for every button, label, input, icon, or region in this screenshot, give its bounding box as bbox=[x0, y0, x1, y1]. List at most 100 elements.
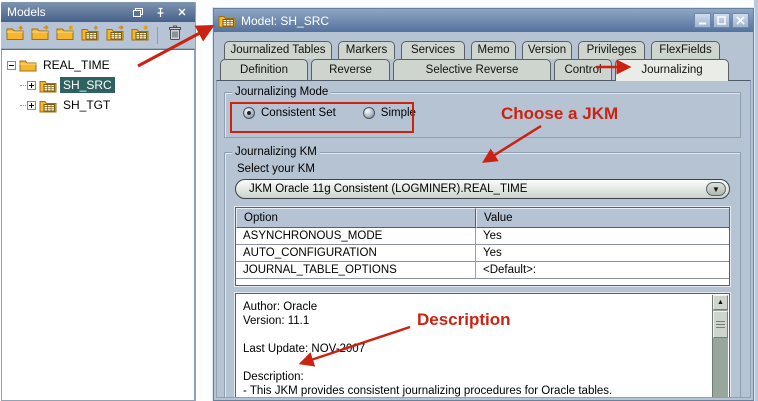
folder-arrow-icon bbox=[31, 25, 50, 46]
maximize-icon[interactable] bbox=[713, 13, 730, 28]
option-cell: ASYNCHRONOUS_MODE bbox=[236, 228, 476, 245]
tab-services[interactable]: Services bbox=[401, 41, 465, 59]
model-icon bbox=[39, 78, 57, 93]
option-cell: JOURNAL_TABLE_OPTIONS bbox=[236, 262, 476, 279]
pin-icon[interactable] bbox=[153, 6, 167, 18]
collapse-expander-icon[interactable] bbox=[7, 61, 16, 70]
models-toolbar bbox=[1, 22, 195, 49]
tab-privileges[interactable]: Privileges bbox=[578, 41, 645, 59]
models-tree: REAL_TIME SH_SRC SH_TG bbox=[1, 49, 195, 401]
close-icon[interactable] bbox=[732, 13, 749, 28]
value-cell[interactable]: Yes bbox=[476, 228, 729, 245]
journalizing-km-group: Journalizing KM Select your KM JKM Oracl… bbox=[224, 152, 741, 398]
radio-simple[interactable]: Simple bbox=[363, 107, 416, 119]
description-scrollbar[interactable]: ▲ bbox=[712, 295, 728, 398]
scrollbar-thumb[interactable] bbox=[713, 311, 728, 338]
tab-version[interactable]: Version bbox=[522, 41, 572, 59]
tab-journalizing[interactable]: Journalizing bbox=[615, 59, 729, 81]
expand-expander-icon[interactable] bbox=[27, 81, 36, 90]
new-folder-button[interactable] bbox=[55, 26, 76, 45]
new-model-button[interactable] bbox=[130, 26, 151, 45]
duplicate-model-button[interactable] bbox=[105, 26, 126, 45]
tree-connector bbox=[20, 105, 26, 106]
folder-star-icon bbox=[56, 25, 75, 46]
insert-model-button[interactable] bbox=[80, 26, 101, 45]
minimize-icon[interactable] bbox=[694, 13, 711, 28]
tab-selective-reverse[interactable]: Selective Reverse bbox=[393, 59, 551, 80]
km-dropdown-value: JKM Oracle 11g Consistent (LOGMINER).REA… bbox=[249, 183, 527, 195]
tab-row-2: Definition Reverse Selective Reverse Con… bbox=[220, 59, 753, 80]
tree-item-sh-src[interactable]: SH_SRC bbox=[2, 75, 194, 95]
column-header-option[interactable]: Option bbox=[236, 208, 476, 228]
description-line: Last Update: NOV-2007 bbox=[243, 342, 705, 356]
window-controls bbox=[694, 13, 749, 28]
model-icon bbox=[39, 98, 57, 113]
model-dialog: Model: SH_SRC Journalized Tables Markers… bbox=[213, 8, 754, 401]
description-line bbox=[243, 356, 705, 370]
tree-connector bbox=[20, 85, 26, 86]
model-icon bbox=[218, 13, 236, 28]
description-line: - This JKM provides consistent journaliz… bbox=[243, 384, 705, 398]
radio-selected-icon[interactable] bbox=[243, 107, 255, 119]
tree-item-sh-tgt[interactable]: SH_TGT bbox=[2, 95, 194, 115]
journalizing-tab-content: Journalizing Mode Consistent Set Simple … bbox=[216, 80, 751, 398]
model-star-icon bbox=[131, 25, 150, 46]
journalizing-mode-group: Journalizing Mode Consistent Set Simple bbox=[224, 92, 741, 138]
delete-button[interactable] bbox=[164, 26, 185, 45]
model-arrow-icon bbox=[106, 25, 125, 46]
toolbar-separator bbox=[157, 27, 158, 44]
duplicate-folder-button[interactable] bbox=[30, 26, 51, 45]
chevron-down-icon[interactable]: ▼ bbox=[706, 182, 726, 196]
radio-consistent-set[interactable]: Consistent Set bbox=[243, 107, 336, 119]
folder-icon bbox=[19, 58, 37, 72]
restore-icon[interactable] bbox=[131, 6, 145, 18]
select-km-label: Select your KM bbox=[237, 163, 730, 175]
thumb-grip bbox=[716, 321, 725, 329]
close-icon[interactable] bbox=[175, 6, 189, 18]
dialog-titlebar: Model: SH_SRC bbox=[214, 9, 753, 32]
description-line bbox=[243, 328, 705, 342]
value-cell[interactable]: Yes bbox=[476, 245, 729, 262]
background-strip bbox=[754, 0, 758, 401]
tree-item-label[interactable]: REAL_TIME bbox=[40, 57, 113, 73]
trash-icon bbox=[168, 25, 182, 46]
models-panel-controls bbox=[131, 6, 189, 18]
models-panel-titlebar: Models bbox=[1, 2, 195, 22]
tab-row-1: Journalized Tables Markers Services Memo… bbox=[224, 41, 753, 59]
radio-label: Simple bbox=[381, 107, 416, 119]
table-header-row: Option Value bbox=[236, 208, 729, 228]
table-filler bbox=[236, 279, 729, 285]
expand-expander-icon[interactable] bbox=[27, 101, 36, 110]
scroll-up-icon[interactable]: ▲ bbox=[713, 295, 728, 310]
description-line: Description: bbox=[243, 370, 705, 384]
radio-unselected-icon[interactable] bbox=[363, 107, 375, 119]
column-header-value[interactable]: Value bbox=[476, 208, 729, 228]
tab-memo[interactable]: Memo bbox=[471, 41, 516, 59]
description-line: Version: 11.1 bbox=[243, 314, 705, 328]
tree-item-real-time[interactable]: REAL_TIME bbox=[2, 55, 194, 75]
tab-markers[interactable]: Markers bbox=[338, 41, 395, 59]
value-cell[interactable]: <Default>: bbox=[476, 262, 729, 279]
dialog-tabs: Journalized Tables Markers Services Memo… bbox=[214, 32, 753, 80]
table-row: JOURNAL_TABLE_OPTIONS <Default>: bbox=[236, 262, 729, 279]
insert-folder-button[interactable] bbox=[5, 26, 26, 45]
tab-flexfields[interactable]: FlexFields bbox=[651, 41, 720, 59]
radio-label: Consistent Set bbox=[261, 107, 336, 119]
model-plus-icon bbox=[81, 25, 100, 46]
table-row: AUTO_CONFIGURATION Yes bbox=[236, 245, 729, 262]
tab-reverse[interactable]: Reverse bbox=[311, 59, 390, 80]
km-options-table: Option Value ASYNCHRONOUS_MODE Yes AUTO_… bbox=[235, 207, 730, 286]
models-panel-title: Models bbox=[7, 5, 131, 19]
tab-journalized-tables[interactable]: Journalized Tables bbox=[224, 41, 332, 59]
option-cell: AUTO_CONFIGURATION bbox=[236, 245, 476, 262]
app-root: Models bbox=[0, 0, 758, 401]
tree-item-label[interactable]: SH_TGT bbox=[60, 97, 113, 113]
tab-control[interactable]: Control bbox=[554, 59, 612, 80]
tree-item-label[interactable]: SH_SRC bbox=[60, 77, 115, 93]
description-line: Author: Oracle bbox=[243, 300, 705, 314]
group-label: Journalizing KM bbox=[232, 146, 320, 158]
dialog-title: Model: SH_SRC bbox=[241, 14, 689, 28]
tab-definition[interactable]: Definition bbox=[220, 59, 308, 80]
km-dropdown[interactable]: JKM Oracle 11g Consistent (LOGMINER).REA… bbox=[235, 179, 730, 199]
models-panel: Models bbox=[1, 2, 196, 401]
